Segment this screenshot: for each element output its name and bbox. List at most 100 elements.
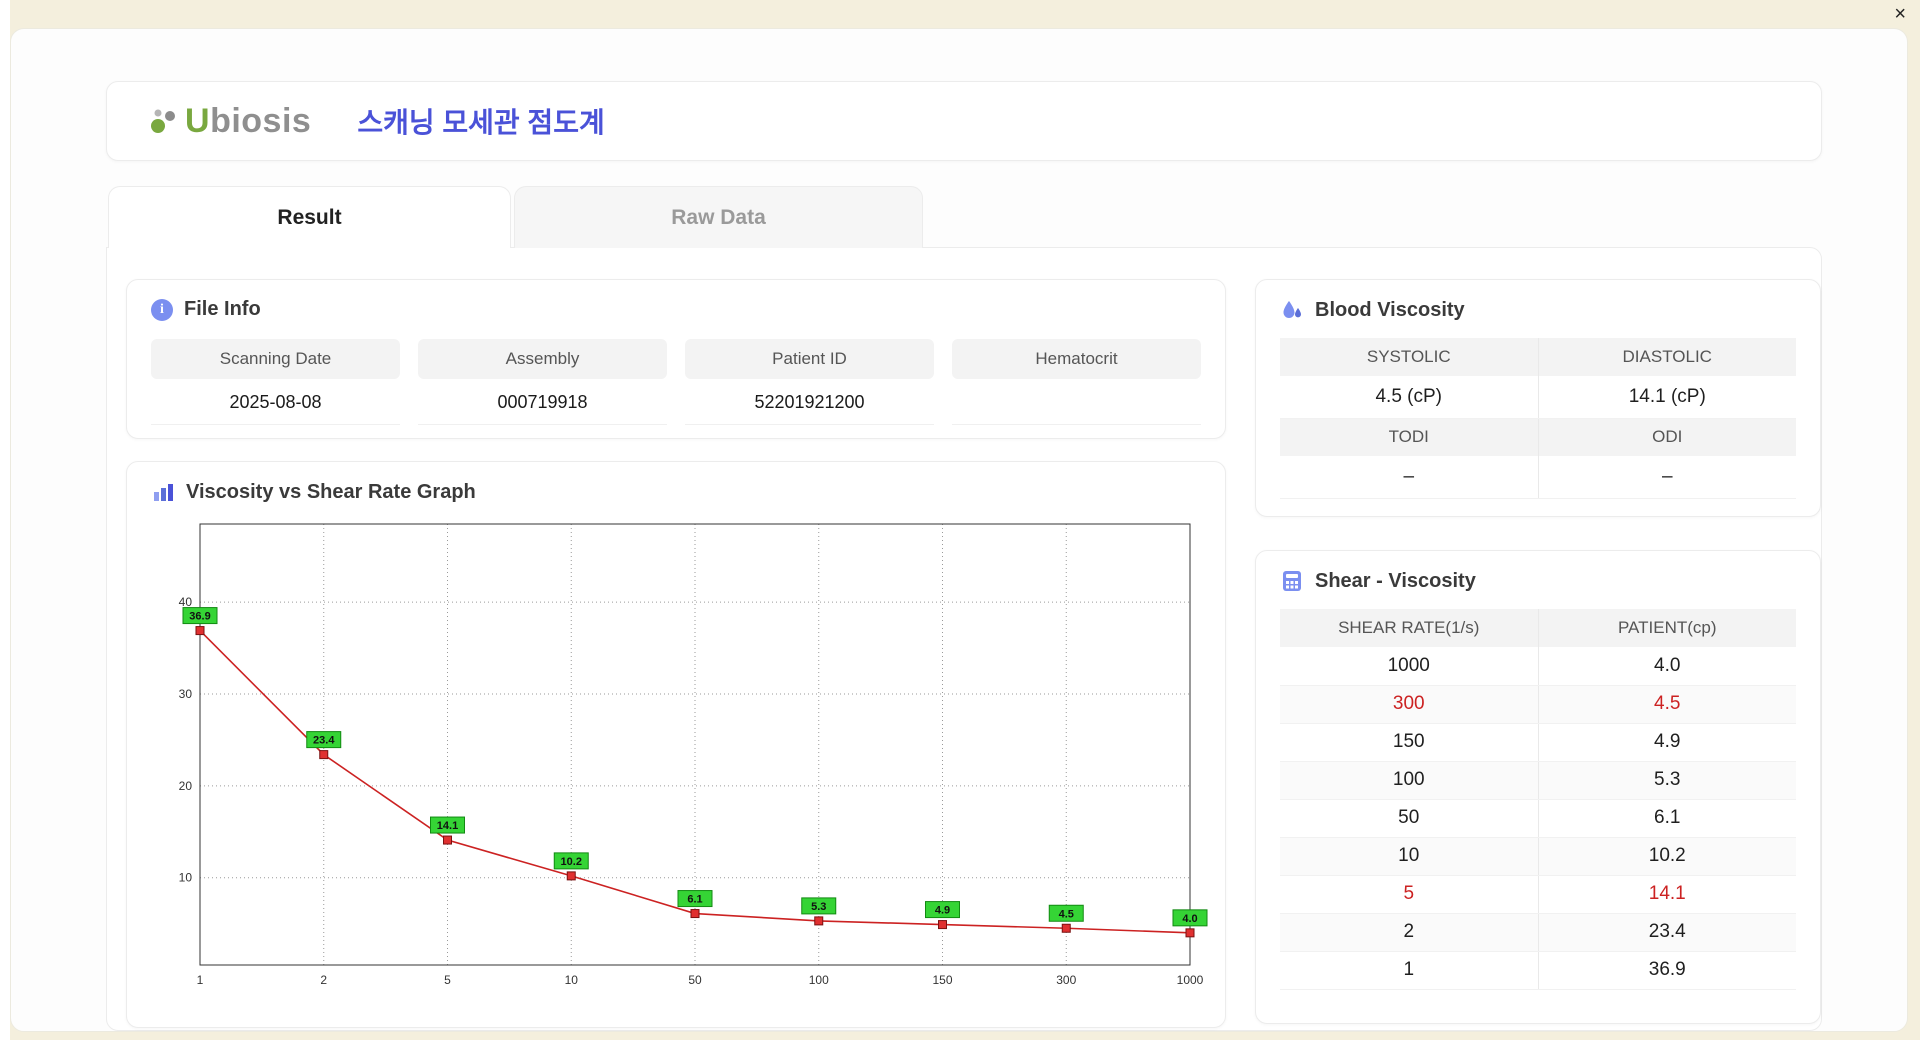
graph-card: Viscosity vs Shear Rate Graph 10 20 30 40 1 2… <box>126 461 1226 1028</box>
table-row: 100 5.3 <box>1280 761 1796 800</box>
blood-viscosity-table: SYSTOLIC DIASTOLIC 4.5 (cP) 14.1 (cP) TO… <box>1280 338 1796 499</box>
file-info-card: i File Info Scanning Date 2025-08-08 Ass… <box>126 279 1226 439</box>
table-row: 50 6.1 <box>1280 799 1796 838</box>
field-scanning-date: Scanning Date 2025-08-08 <box>151 339 400 425</box>
table-cell: 14.1 <box>1538 875 1796 914</box>
logo-leaf-icon <box>151 109 175 133</box>
graph-title: Viscosity vs Shear Rate Graph <box>186 480 476 503</box>
table-cell: 4.5 (cP) <box>1280 376 1539 419</box>
table-cell: – <box>1280 456 1539 499</box>
field-hematocrit: Hematocrit <box>952 339 1201 425</box>
field-label: Hematocrit <box>952 339 1201 379</box>
viscosity-chart: 10 20 30 40 1 2 5 10 50 100 150 300 1000 36.9 23.4 14.1… <box>179 523 1208 987</box>
field-value <box>952 379 1201 425</box>
shear-viscosity-table-body: 1000 4.0 300 4.5 150 4.9 100 5.3 50 6.1 10 10.2 5 14.… <box>1280 647 1796 990</box>
table-row: 4.5 (cP) 14.1 (cP) <box>1280 376 1796 419</box>
chart-area: 10 20 30 40 1 2 5 10 50 100 150 300 1000 36.9 23.4 14.1… <box>151 514 1208 1001</box>
table-cell: 14.1 (cP) <box>1538 376 1796 419</box>
x-tick-label: 1000 <box>1177 973 1204 987</box>
table-row: – – <box>1280 456 1796 499</box>
table-row: 150 4.9 <box>1280 723 1796 762</box>
table-cell: 36.9 <box>1538 951 1796 990</box>
data-point-label: 4.0 <box>1182 913 1197 925</box>
table-header-cell: ODI <box>1538 418 1796 456</box>
x-tick-label: 1 <box>197 973 204 987</box>
close-icon[interactable]: × <box>1894 1 1906 27</box>
tab-bar: Result Raw Data <box>108 186 923 248</box>
data-point-marker <box>195 626 205 636</box>
tab-result[interactable]: Result <box>108 186 511 248</box>
table-header-cell: SHEAR RATE(1/s) <box>1280 609 1539 647</box>
x-tick-label: 100 <box>809 973 829 987</box>
result-panel: i File Info Scanning Date 2025-08-08 Ass… <box>106 247 1822 1031</box>
table-cell: 150 <box>1280 723 1539 762</box>
data-point-marker <box>566 871 576 881</box>
table-row: 10 10.2 <box>1280 837 1796 876</box>
desktop-left-strip <box>0 0 10 1040</box>
data-point-label: 5.3 <box>811 901 826 913</box>
table-cell: 100 <box>1280 761 1539 800</box>
tab-raw-data[interactable]: Raw Data <box>514 186 923 248</box>
series-line <box>199 630 1191 934</box>
data-point-marker <box>1185 928 1195 938</box>
app-window: Ubiosis 스캐닝 모세관 점도계 Result Raw Data i Fi… <box>10 28 1908 1032</box>
table-header-cell: SYSTOLIC <box>1280 338 1539 376</box>
logo-text: Ubiosis <box>185 101 312 140</box>
data-point-label: 10.2 <box>561 856 582 868</box>
table-cell: 2 <box>1280 913 1539 952</box>
x-tick-label: 10 <box>565 973 579 987</box>
ubiosis-logo: Ubiosis <box>149 102 311 141</box>
table-header-row: TODI ODI <box>1280 418 1796 456</box>
table-header-row: SHEAR RATE(1/s) PATIENT(cp) <box>1280 609 1796 647</box>
table-cell: 10 <box>1280 837 1539 876</box>
data-point-label: 6.1 <box>687 894 702 906</box>
y-tick-label: 30 <box>179 687 193 701</box>
field-label: Patient ID <box>685 339 934 379</box>
table-cell: 23.4 <box>1538 913 1796 952</box>
shear-viscosity-title: Shear - Viscosity <box>1315 569 1476 592</box>
y-tick-label: 20 <box>179 779 193 793</box>
x-tick-label: 5 <box>444 973 451 987</box>
data-point-label: 4.9 <box>935 905 950 917</box>
table-cell: – <box>1538 456 1796 499</box>
table-header-cell: TODI <box>1280 418 1539 456</box>
data-point-marker <box>814 916 824 926</box>
table-cell: 10.2 <box>1538 837 1796 876</box>
file-info-grid: Scanning Date 2025-08-08 Assembly 000719… <box>151 339 1201 425</box>
field-assembly: Assembly 000719918 <box>418 339 667 425</box>
data-point-label: 23.4 <box>313 735 335 747</box>
field-label: Scanning Date <box>151 339 400 379</box>
data-point-marker <box>690 909 700 919</box>
field-value: 2025-08-08 <box>151 379 400 425</box>
app-header: Ubiosis 스캐닝 모세관 점도계 <box>106 81 1822 161</box>
x-tick-label: 300 <box>1056 973 1076 987</box>
shear-viscosity-table: SHEAR RATE(1/s) PATIENT(cp) 1000 4.0 300 4.… <box>1280 609 1796 990</box>
data-point-marker <box>443 835 452 845</box>
table-row: 5 14.1 <box>1280 875 1796 914</box>
field-label: Assembly <box>418 339 667 379</box>
data-point-marker <box>319 750 329 760</box>
file-info-title: File Info <box>184 298 261 320</box>
data-point-marker <box>1061 923 1071 933</box>
table-header-cell: PATIENT(cp) <box>1538 609 1796 647</box>
table-cell: 4.5 <box>1538 685 1796 724</box>
table-row: 300 4.5 <box>1280 685 1796 724</box>
shear-viscosity-card: Shear - Viscosity SHEAR RATE(1/s) PATIEN… <box>1255 550 1821 1024</box>
table-cell: 300 <box>1280 685 1539 724</box>
data-point-label: 36.9 <box>189 611 210 623</box>
field-patient-id: Patient ID 52201921200 <box>685 339 934 425</box>
data-point-marker <box>938 920 947 930</box>
table-cell: 5.3 <box>1538 761 1796 800</box>
y-tick-label: 10 <box>179 871 193 885</box>
page-title: 스캐닝 모세관 점도계 <box>357 107 605 138</box>
table-row: 1000 4.0 <box>1280 647 1796 686</box>
table-header-row: SYSTOLIC DIASTOLIC <box>1280 338 1796 376</box>
data-point-label: 4.5 <box>1059 908 1074 920</box>
field-value: 000719918 <box>418 379 667 425</box>
bar-chart-icon <box>151 480 175 504</box>
calculator-icon <box>1280 569 1304 593</box>
x-tick-label: 150 <box>932 973 952 987</box>
table-cell: 1 <box>1280 951 1539 990</box>
x-tick-label: 50 <box>688 973 702 987</box>
data-point-label: 14.1 <box>437 820 458 832</box>
